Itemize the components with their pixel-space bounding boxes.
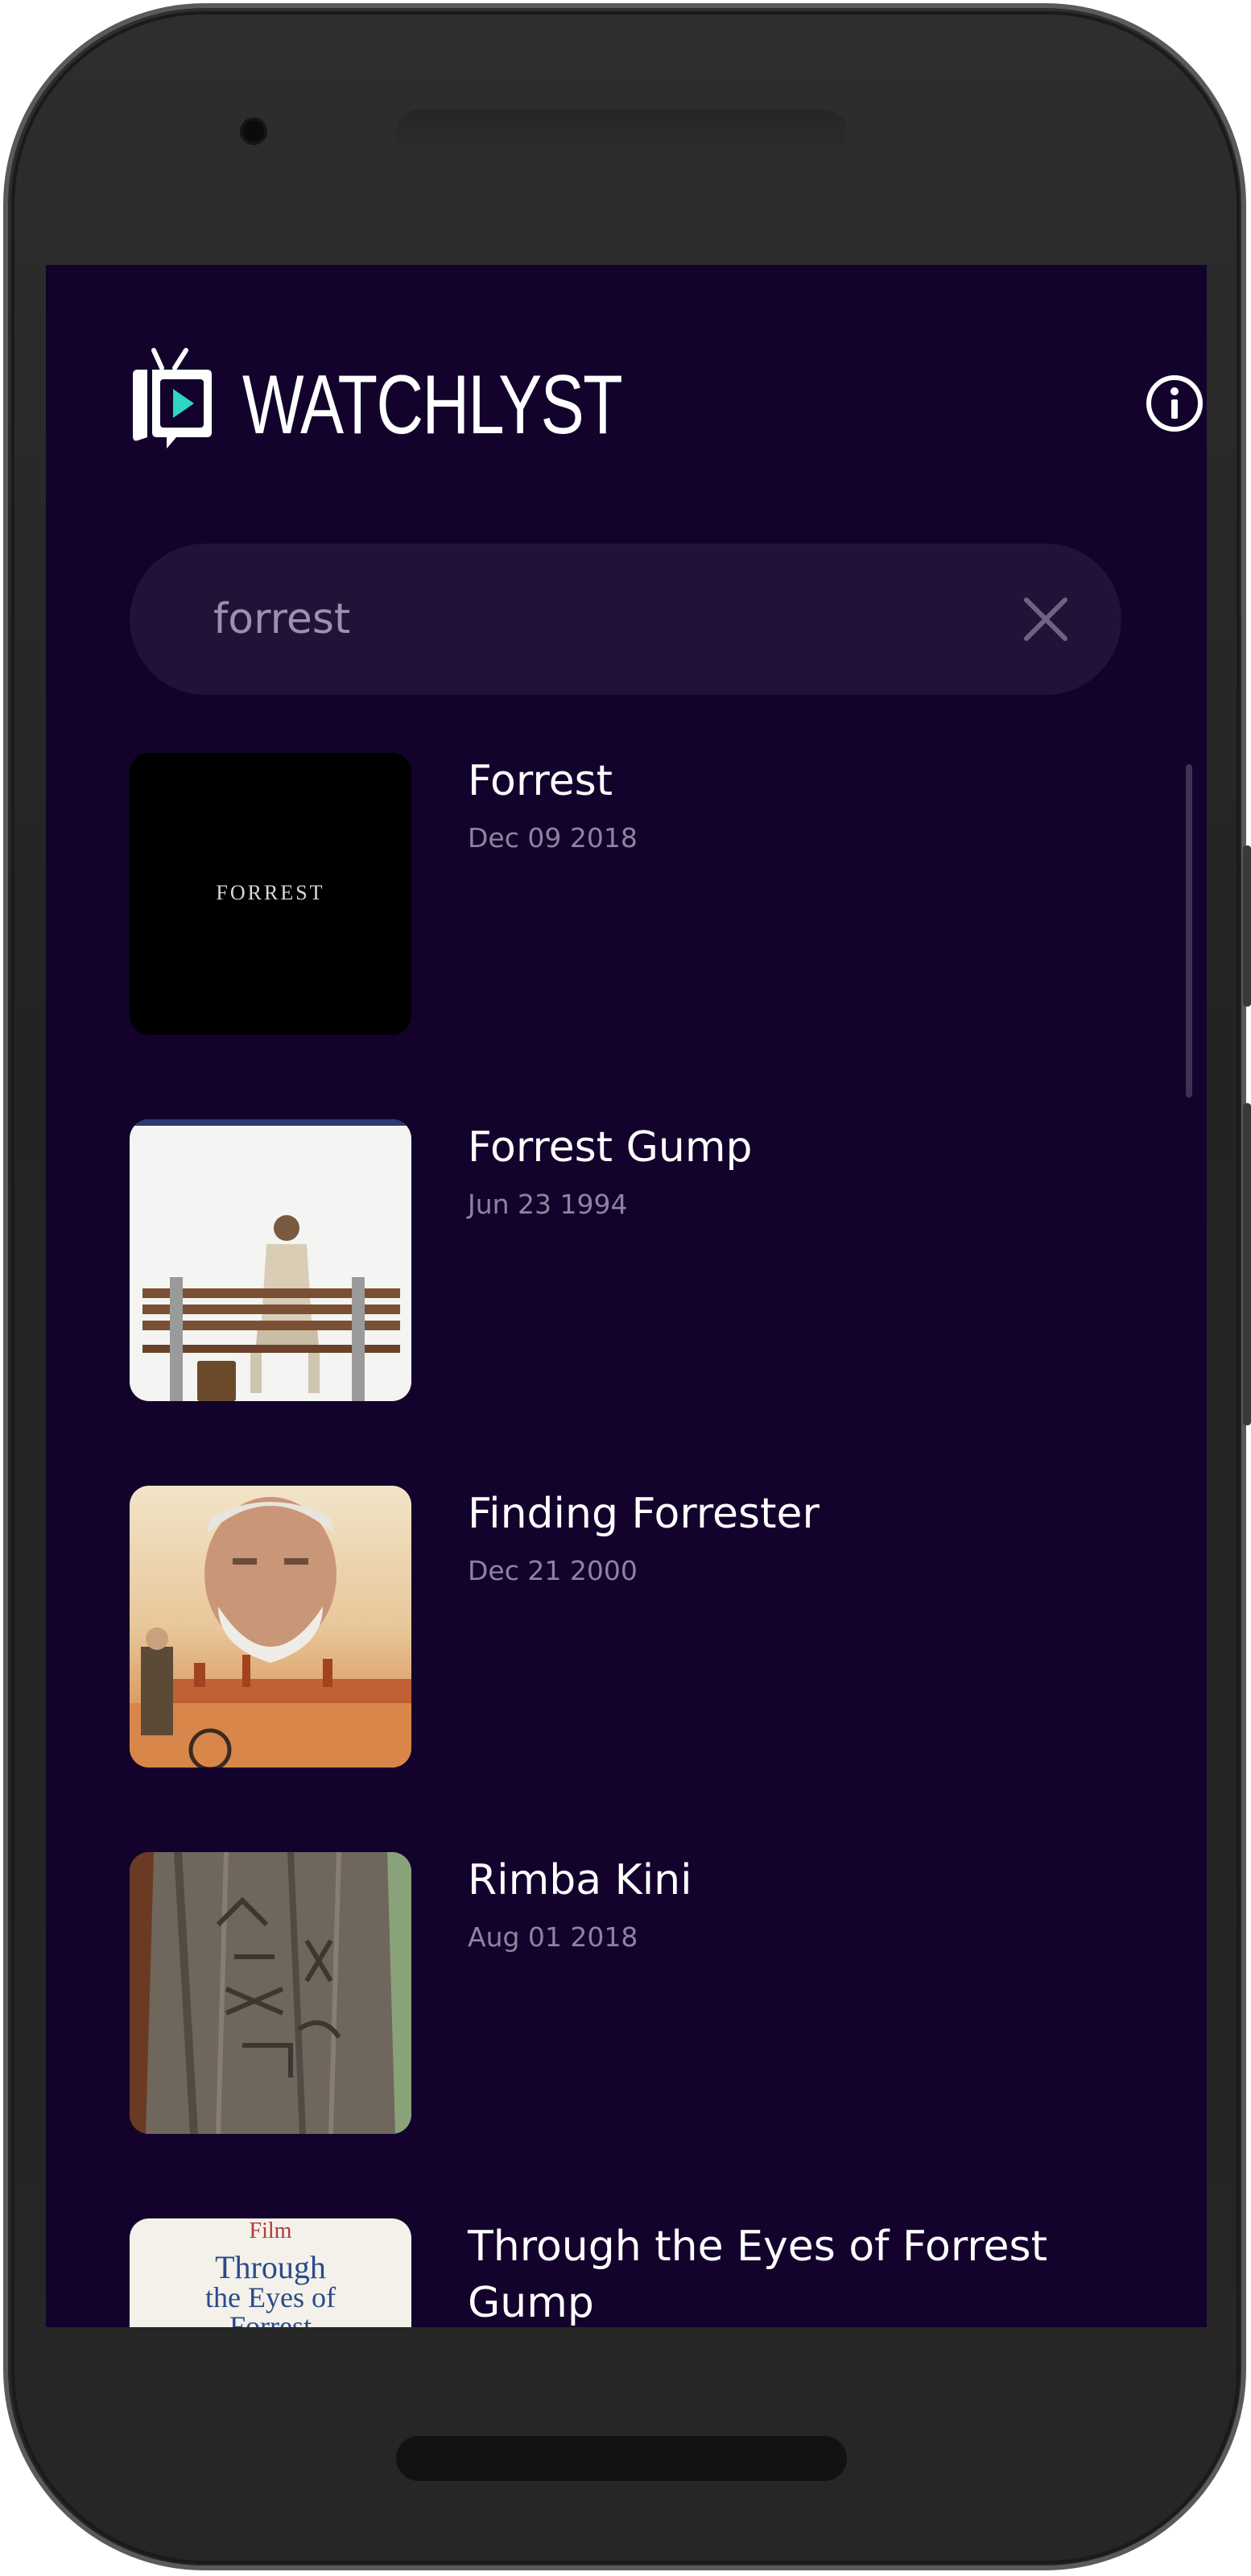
poster-image	[130, 1852, 411, 2134]
tv-play-icon	[133, 348, 212, 449]
earpiece-speaker	[396, 110, 847, 155]
bottom-speaker	[396, 2436, 847, 2481]
scrollbar[interactable]	[1186, 764, 1192, 1098]
close-icon[interactable]	[1022, 595, 1070, 643]
phone-frame: WATCHLYST FORREST	[0, 0, 1251, 2576]
poster-title-text: FORREST	[216, 881, 324, 904]
list-item[interactable]: FORREST Forrest Dec 09 2018	[130, 753, 1128, 1035]
result-date: Dec 09 2018	[468, 822, 638, 854]
search-input[interactable]	[213, 544, 986, 695]
list-item[interactable]: Rimba Kini Aug 01 2018	[130, 1852, 1128, 2134]
poster-text-line: the Eyes of	[205, 2281, 336, 2313]
list-item[interactable]: Film Through the Eyes of Forrest Through…	[130, 2218, 1128, 2327]
volume-button	[1243, 846, 1251, 1007]
app-title: WATCHLYST	[242, 358, 623, 452]
front-camera	[240, 118, 267, 145]
result-title: Forrest Gump	[468, 1123, 753, 1172]
poster-text-line: Forrest	[229, 2310, 312, 2327]
result-title: Through the Eyes of Forrest Gump	[468, 2222, 1048, 2327]
poster-image	[130, 1119, 411, 1401]
list-item[interactable]: Forrest Gump Jun 23 1994	[130, 1119, 1128, 1401]
list-item[interactable]: Finding Forrester Dec 21 2000	[130, 1486, 1128, 1768]
poster-text-line: Through	[215, 2249, 326, 2285]
info-icon[interactable]	[1144, 373, 1205, 434]
result-title: Finding Forrester	[468, 1490, 820, 1538]
result-title: Rimba Kini	[468, 1856, 692, 1904]
poster-image	[130, 1486, 411, 1768]
result-date: Aug 01 2018	[468, 1921, 638, 1953]
app-header: WATCHLYST	[130, 347, 1203, 460]
poster-image: FORREST	[130, 753, 411, 1035]
search-bar[interactable]	[130, 544, 1121, 695]
result-date: Jun 23 1994	[468, 1189, 628, 1220]
power-button	[1243, 1103, 1251, 1425]
poster-text-line: Film	[250, 2218, 292, 2243]
result-date: Dec 21 2000	[468, 1555, 638, 1586]
poster-image: Film Through the Eyes of Forrest	[130, 2218, 411, 2327]
result-title: Forrest	[468, 757, 613, 805]
app-screen: WATCHLYST FORREST	[46, 265, 1207, 2327]
